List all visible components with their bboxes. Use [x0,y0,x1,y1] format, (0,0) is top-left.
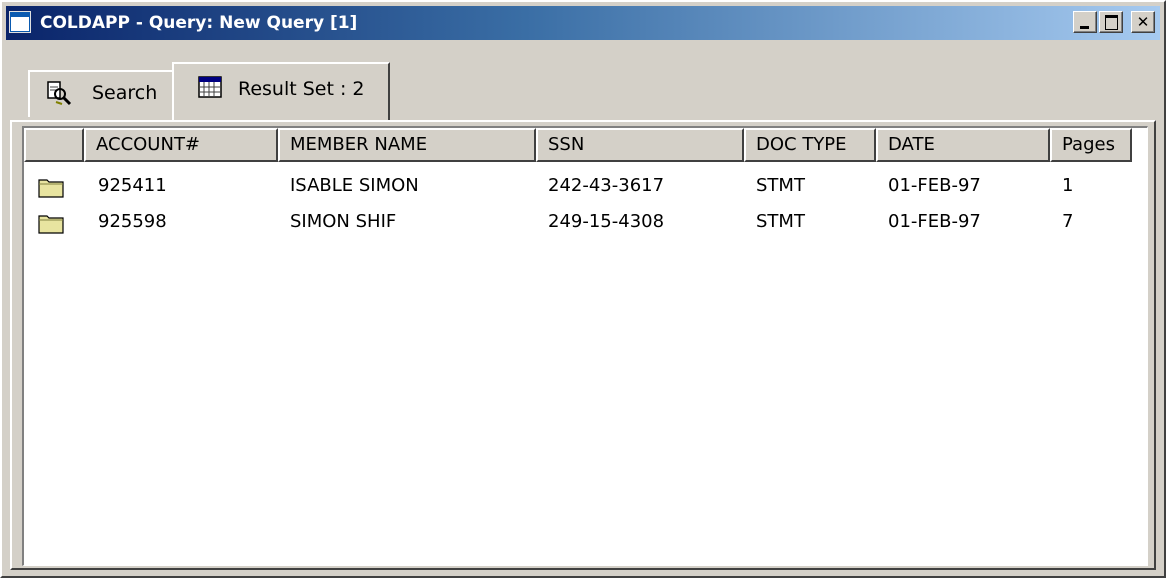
cell-doc-type: STMT [756,211,805,232]
cell-date: 01-FEB-97 [888,211,981,232]
cell-account: 925411 [98,175,167,196]
cell-member-name: ISABLE SIMON [290,175,419,196]
close-button[interactable]: ✕ [1131,11,1155,33]
column-header-account[interactable]: ACCOUNT# [84,128,278,162]
column-header-pages[interactable]: Pages [1050,128,1132,162]
column-header-ssn[interactable]: SSN [536,128,744,162]
column-header-date[interactable]: DATE [876,128,1050,162]
minimize-button[interactable] [1073,11,1097,33]
cell-pages: 7 [1062,211,1074,232]
table-icon [198,76,222,98]
column-header-member-name[interactable]: MEMBER NAME [278,128,536,162]
cell-pages: 1 [1062,175,1074,196]
cell-ssn: 242-43-3617 [548,175,665,196]
list-header: ACCOUNT# MEMBER NAME SSN DOC TYPE DATE P… [24,128,1147,162]
title-bar[interactable]: COLDAPP - Query: New Query [1] ✕ [6,6,1160,40]
folder-icon [38,179,64,198]
tab-strip: Search Result Set : 2 [6,42,1160,122]
tab-result-set[interactable]: Result Set : 2 [172,62,390,120]
results-list[interactable]: ACCOUNT# MEMBER NAME SSN DOC TYPE DATE P… [22,126,1148,566]
column-header-doc-type[interactable]: DOC TYPE [744,128,876,162]
cell-date: 01-FEB-97 [888,175,981,196]
tab-search-label: Search [92,82,158,104]
window-title: COLDAPP - Query: New Query [1] [40,13,358,33]
app-window: COLDAPP - Query: New Query [1] ✕ Search [0,0,1166,578]
cell-doc-type: STMT [756,175,805,196]
table-row[interactable]: 925411 ISABLE SIMON 242-43-3617 STMT 01-… [24,168,1147,204]
cell-ssn: 249-15-4308 [548,211,665,232]
close-icon: ✕ [1136,13,1150,31]
search-icon [47,81,72,106]
folder-icon [38,215,64,234]
tab-search[interactable]: Search [28,70,176,117]
window-icon[interactable] [9,11,31,33]
cell-member-name: SIMON SHIF [290,211,397,232]
column-header-icon[interactable] [24,128,84,162]
table-row[interactable]: 925598 SIMON SHIF 249-15-4308 STMT 01-FE… [24,204,1147,240]
cell-account: 925598 [98,211,167,232]
maximize-button[interactable] [1099,11,1123,33]
tab-result-set-label: Result Set : 2 [238,78,365,100]
